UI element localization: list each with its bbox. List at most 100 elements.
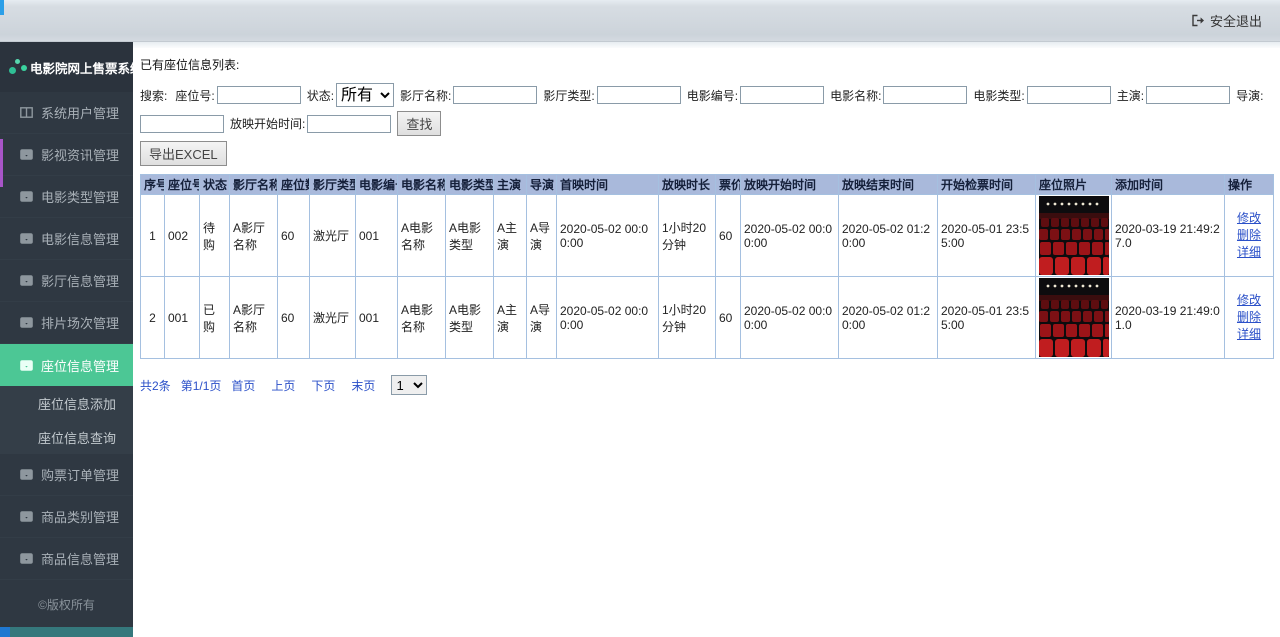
- movie-type-input[interactable]: [1027, 86, 1111, 104]
- cell-seat-no: 002: [165, 195, 200, 277]
- logout-icon: [1191, 14, 1205, 27]
- cell-hall-name: A影厅名称: [230, 277, 278, 359]
- cell-ops: 修改删除 详细: [1225, 277, 1274, 359]
- inbox-icon: [20, 469, 33, 480]
- sidebar-item-movie-info[interactable]: 电影信息管理: [0, 218, 133, 260]
- cell-movie-no: 001: [356, 195, 398, 277]
- logout-label: 安全退出: [1210, 11, 1262, 30]
- sidebar-item-media-news[interactable]: 影视资讯管理: [0, 134, 133, 176]
- col-header: 添加时间: [1112, 175, 1225, 195]
- cell-starring: A主演: [494, 277, 527, 359]
- page-select[interactable]: 1: [391, 375, 427, 395]
- bottom-teal-bar: [10, 627, 133, 637]
- starring-input[interactable]: [1146, 86, 1230, 104]
- sidebar-item-movie-type[interactable]: 电影类型管理: [0, 176, 133, 218]
- total-count: 共2条: [140, 377, 171, 394]
- logout-button[interactable]: 安全退出: [1191, 11, 1262, 30]
- detail-link[interactable]: 详细: [1237, 327, 1261, 341]
- sidebar-item-goods-info[interactable]: 商品信息管理: [0, 538, 133, 580]
- col-header: 票价: [716, 175, 741, 195]
- next-page-link[interactable]: 下页: [311, 377, 335, 394]
- edge-accent-blue: [0, 0, 4, 15]
- cell-seat-count: 60: [278, 277, 310, 359]
- cell-show-start: 2020-05-02 00:00:00: [741, 195, 839, 277]
- hall-type-input[interactable]: [597, 86, 681, 104]
- director-input[interactable]: [140, 115, 224, 133]
- status-select[interactable]: 所有: [336, 83, 394, 107]
- cell-added-time: 2020-03-19 21:49:27.0: [1112, 195, 1225, 277]
- detail-link[interactable]: 详细: [1237, 245, 1261, 259]
- search-prefix-label: 搜索:: [140, 87, 167, 104]
- col-header: 电影编号: [356, 175, 398, 195]
- inbox-icon: [20, 553, 33, 564]
- bottom-blue-block: [0, 627, 10, 637]
- nav-label: 购票订单管理: [41, 465, 119, 484]
- sidebar-item-hall-info[interactable]: 影厅信息管理: [0, 260, 133, 302]
- cell-premiere-time: 2020-05-02 00:00:00: [557, 195, 659, 277]
- top-bar: 安全退出: [0, 0, 1280, 42]
- app-logo: 电影院网上售票系统: [0, 42, 133, 92]
- find-button[interactable]: 查找: [397, 111, 441, 136]
- seat-no-label: 座位号:: [175, 87, 214, 104]
- pagination: 共2条 第1/1页 首页 上页 下页 末页 1: [140, 375, 1272, 395]
- cell-show-end: 2020-05-02 01:20:00: [839, 195, 938, 277]
- cell-movie-name: A电影名称: [398, 277, 446, 359]
- table-row: 2 001 已购 A影厅名称 60 激光厅 001 A电影名称 A电影类型 A主…: [141, 277, 1274, 359]
- show-start-time-input[interactable]: [307, 115, 391, 133]
- inbox-icon: [20, 191, 33, 202]
- sidebar-item-screening[interactable]: 排片场次管理: [0, 302, 133, 344]
- hall-name-input[interactable]: [453, 86, 537, 104]
- nav-label: 电影类型管理: [41, 187, 119, 206]
- cell-hall-type: 激光厅: [310, 195, 356, 277]
- last-page-link[interactable]: 末页: [351, 377, 375, 394]
- sidebar-item-system-users[interactable]: 系统用户管理: [0, 92, 133, 134]
- nav-label: 系统用户管理: [41, 103, 119, 122]
- delete-link[interactable]: 删除: [1237, 310, 1261, 324]
- nav-label: 商品信息管理: [41, 549, 119, 568]
- col-header: 放映结束时间: [839, 175, 938, 195]
- inbox-icon: [20, 275, 33, 286]
- edit-link[interactable]: 修改: [1237, 211, 1261, 225]
- nav-label: 座位信息添加: [38, 394, 116, 413]
- cell-price: 60: [716, 195, 741, 277]
- cell-added-time: 2020-03-19 21:49:01.0: [1112, 277, 1225, 359]
- movie-name-input[interactable]: [883, 86, 967, 104]
- col-header: 状态: [200, 175, 230, 195]
- search-form: 搜索: 座位号: 状态: 所有 影厅名称: 影厅类型: 电影编号: 电影名称: …: [140, 83, 1272, 136]
- edit-link[interactable]: 修改: [1237, 293, 1261, 307]
- cell-movie-no: 001: [356, 277, 398, 359]
- first-page-link[interactable]: 首页: [231, 377, 255, 394]
- nav-label: 影厅信息管理: [41, 271, 119, 290]
- col-header: 开始检票时间: [938, 175, 1036, 195]
- inbox-icon: [20, 233, 33, 244]
- sidebar-item-goods-category[interactable]: 商品类别管理: [0, 496, 133, 538]
- sidebar-subitem-seat-query[interactable]: 座位信息查询: [0, 420, 133, 454]
- page-info: 第1/1页: [181, 377, 222, 394]
- sidebar-subitem-seat-add[interactable]: 座位信息添加: [0, 386, 133, 420]
- col-header: 序号: [141, 175, 165, 195]
- nav-label: 电影信息管理: [41, 229, 119, 248]
- cell-starring: A主演: [494, 195, 527, 277]
- cell-show-start: 2020-05-02 00:00:00: [741, 277, 839, 359]
- cell-check-start: 2020-05-01 23:55:00: [938, 277, 1036, 359]
- seat-photo: [1039, 196, 1109, 275]
- nav-label: 影视资讯管理: [41, 145, 119, 164]
- movie-no-input[interactable]: [740, 86, 824, 104]
- sidebar-item-ticket-orders[interactable]: 购票订单管理: [0, 454, 133, 496]
- inbox-icon: [20, 317, 33, 328]
- sidebar-item-seat-info[interactable]: 座位信息管理: [0, 344, 133, 386]
- inbox-icon: [20, 360, 33, 371]
- movie-type-label: 电影类型:: [973, 87, 1024, 104]
- status-label: 状态:: [307, 87, 334, 104]
- delete-link[interactable]: 删除: [1237, 228, 1261, 242]
- starring-label: 主演:: [1117, 87, 1144, 104]
- export-excel-button[interactable]: 导出EXCEL: [140, 141, 227, 166]
- main-content: 已有座位信息列表: 搜索: 座位号: 状态: 所有 影厅名称: 影厅类型: 电影…: [133, 42, 1280, 637]
- seat-no-input[interactable]: [217, 86, 301, 104]
- cell-movie-type: A电影类型: [446, 277, 494, 359]
- prev-page-link[interactable]: 上页: [271, 377, 295, 394]
- movie-no-label: 电影编号:: [687, 87, 738, 104]
- col-header: 操作: [1225, 175, 1274, 195]
- cell-movie-name: A电影名称: [398, 195, 446, 277]
- cell-hall-name: A影厅名称: [230, 195, 278, 277]
